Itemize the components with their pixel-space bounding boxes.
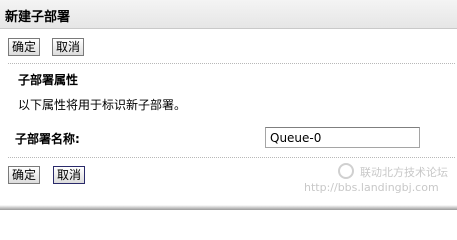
section-description: 以下属性将用于标识新子部署。 bbox=[18, 98, 187, 112]
ok-button-top[interactable]: 确定 bbox=[8, 38, 41, 56]
watermark-text: 联动北方技术论坛 bbox=[360, 166, 448, 179]
bottom-border bbox=[0, 205, 457, 210]
separator-bottom bbox=[8, 157, 455, 158]
watermark-url: http://bbs.landingbj.com bbox=[304, 181, 439, 194]
forum-logo-icon bbox=[338, 163, 354, 179]
separator-top bbox=[8, 63, 455, 64]
cancel-button-bottom[interactable]: 取消 bbox=[53, 166, 86, 184]
section-heading: 子部署属性 bbox=[18, 73, 79, 87]
page-title: 新建子部署 bbox=[5, 10, 71, 25]
subdeployment-name-input[interactable] bbox=[265, 127, 420, 148]
cancel-button-top[interactable]: 取消 bbox=[52, 38, 85, 56]
title-bar: 新建子部署 bbox=[0, 0, 457, 29]
ok-button-bottom[interactable]: 确定 bbox=[8, 166, 41, 184]
subdeployment-name-label: 子部署名称: bbox=[15, 132, 80, 146]
